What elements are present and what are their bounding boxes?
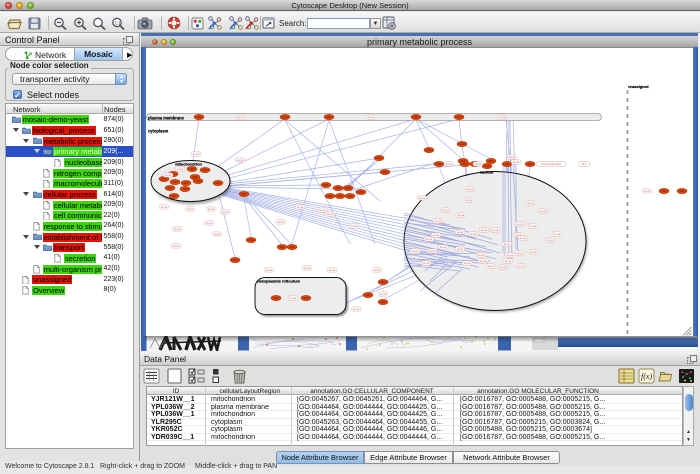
svg-text:xx-x: xx-x: [581, 162, 587, 166]
svg-text:unassigned: unassigned: [628, 85, 649, 89]
svg-text:plasma membrane: plasma membrane: [148, 116, 185, 121]
svg-text:f(x): f(x): [641, 372, 652, 381]
svg-text:endoplasmic reticulum: endoplasmic reticulum: [257, 279, 301, 284]
svg-text:nucleus: nucleus: [480, 171, 494, 175]
svg-text:cytoplasm: cytoplasm: [148, 128, 169, 133]
svg-text:xxxxx-xxxx-xxxx: xxxxx-xxxx-xxxx: [541, 162, 562, 166]
svg-text:mitochondrion: mitochondrion: [175, 162, 202, 166]
svg-text:1:1: 1:1: [115, 21, 122, 26]
